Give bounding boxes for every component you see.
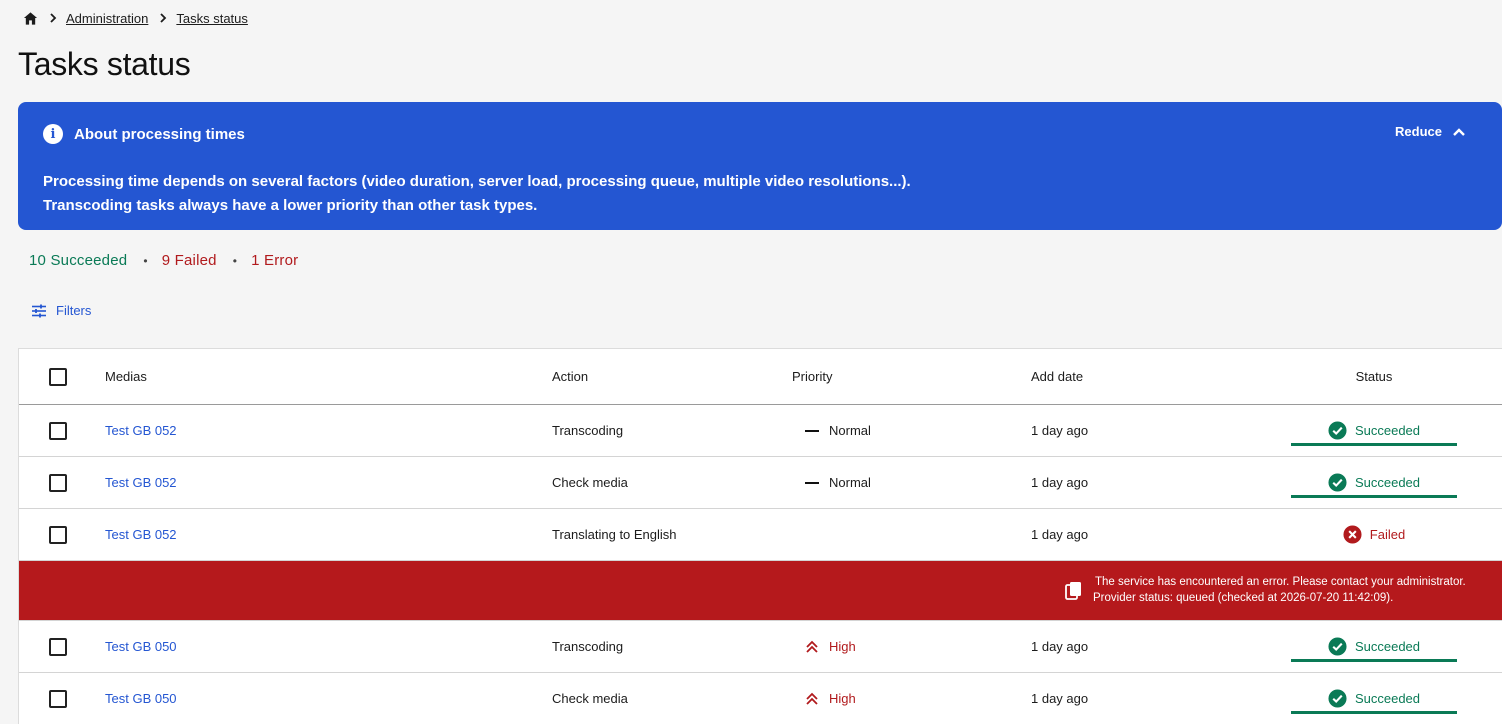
media-link[interactable]: Test GB 050 xyxy=(105,639,177,654)
column-header-status[interactable]: Status xyxy=(1291,349,1457,404)
page-title: Tasks status xyxy=(18,46,191,82)
priority-label: High xyxy=(829,639,856,654)
info-banner: i About processing times Reduce Processi… xyxy=(18,102,1502,230)
priority-normal: Normal xyxy=(805,475,871,490)
info-banner-header: i About processing times xyxy=(43,124,245,144)
action-cell: Transcoding xyxy=(552,639,624,654)
row-checkbox[interactable] xyxy=(49,525,67,544)
status-label: Failed xyxy=(1369,527,1406,542)
x-circle-icon xyxy=(1343,525,1362,544)
error-detail-row: The service has encountered an error. Pl… xyxy=(19,561,1502,621)
dash-icon xyxy=(805,481,819,484)
error-count[interactable]: 1 Error xyxy=(251,252,298,269)
date-cell: 1 day ago xyxy=(1031,423,1089,438)
table-row[interactable]: Test GB 052 Transcoding Normal 1 day ago… xyxy=(19,405,1502,457)
date-cell: 1 day ago xyxy=(1031,691,1089,706)
column-header-medias[interactable]: Medias xyxy=(105,349,147,404)
dash-icon xyxy=(805,429,819,432)
row-checkbox[interactable] xyxy=(49,689,67,708)
double-chevron-up-icon xyxy=(806,692,818,705)
home-icon[interactable] xyxy=(22,10,38,26)
failed-count[interactable]: 9 Failed xyxy=(162,252,217,269)
media-link[interactable]: Test GB 050 xyxy=(105,691,177,706)
row-checkbox[interactable] xyxy=(49,637,67,656)
info-banner-title: About processing times xyxy=(74,125,245,143)
date-cell: 1 day ago xyxy=(1031,527,1089,542)
priority-label: High xyxy=(829,691,856,706)
chevron-right-icon xyxy=(46,11,60,25)
media-link[interactable]: Test GB 052 xyxy=(105,423,177,438)
info-banner-line: Processing time depends on several facto… xyxy=(43,173,911,190)
action-cell: Transcoding xyxy=(552,423,624,438)
check-circle-icon xyxy=(1328,689,1347,708)
priority-high: High xyxy=(805,691,856,706)
media-link[interactable]: Test GB 052 xyxy=(105,475,177,490)
priority-label: Normal xyxy=(829,423,871,438)
row-checkbox[interactable] xyxy=(49,421,67,440)
row-checkbox[interactable] xyxy=(49,473,67,492)
info-icon: i xyxy=(43,124,63,144)
date-cell: 1 day ago xyxy=(1031,475,1089,490)
copy-icon[interactable] xyxy=(1065,581,1083,601)
date-cell: 1 day ago xyxy=(1031,639,1089,654)
priority-label: Normal xyxy=(829,475,871,490)
reduce-label: Reduce xyxy=(1395,124,1442,139)
info-banner-body: Processing time depends on several facto… xyxy=(43,170,911,218)
status-summary: 10 Succeeded • 9 Failed • 1 Error xyxy=(29,252,298,269)
table-row[interactable]: Test GB 052 Check media Normal 1 day ago… xyxy=(19,457,1502,509)
check-circle-icon xyxy=(1328,421,1347,440)
check-circle-icon xyxy=(1328,473,1347,492)
status-badge: Succeeded xyxy=(1291,673,1457,724)
chevron-up-icon xyxy=(1453,127,1465,136)
separator-dot: • xyxy=(232,253,238,268)
table-row[interactable]: Test GB 050 Transcoding High 1 day ago S… xyxy=(19,621,1502,673)
error-message-line: Provider status: queued (checked at 2026… xyxy=(1093,592,1394,604)
breadcrumb-administration[interactable]: Administration xyxy=(66,11,148,26)
status-label: Succeeded xyxy=(1354,475,1421,490)
action-cell: Translating to English xyxy=(552,527,677,542)
error-message: The service has encountered an error. Pl… xyxy=(1093,574,1466,606)
status-label: Succeeded xyxy=(1354,639,1421,654)
double-chevron-up-icon xyxy=(806,640,818,653)
status-badge: Succeeded xyxy=(1291,457,1457,508)
table-row[interactable]: Test GB 052 Translating to English 1 day… xyxy=(19,509,1502,561)
priority-normal: Normal xyxy=(805,423,871,438)
separator-dot: • xyxy=(143,253,148,268)
priority-high: High xyxy=(805,639,856,654)
breadcrumb-tasks-status[interactable]: Tasks status xyxy=(176,11,248,26)
action-cell: Check media xyxy=(552,475,628,490)
filters-icon xyxy=(32,304,46,317)
column-header-action[interactable]: Action xyxy=(552,349,588,404)
breadcrumb: Administration Tasks status xyxy=(22,9,248,27)
reduce-button[interactable]: Reduce xyxy=(1395,124,1466,139)
action-cell: Check media xyxy=(552,691,628,706)
filters-label: Filters xyxy=(56,303,92,318)
check-circle-icon xyxy=(1328,637,1347,656)
error-message-line: The service has encountered an error. Pl… xyxy=(1095,576,1466,588)
chevron-right-icon xyxy=(156,11,170,25)
status-label: Succeeded xyxy=(1354,691,1421,706)
status-badge: Succeeded xyxy=(1291,621,1457,672)
filters-button[interactable]: Filters xyxy=(31,303,91,318)
status-badge[interactable]: Failed xyxy=(1291,509,1457,560)
column-header-add-date[interactable]: Add date xyxy=(1031,349,1083,404)
info-banner-line: Transcoding tasks always have a lower pr… xyxy=(43,197,538,214)
media-link[interactable]: Test GB 052 xyxy=(105,527,177,542)
status-label: Succeeded xyxy=(1354,423,1421,438)
status-badge: Succeeded xyxy=(1291,405,1457,456)
table-row[interactable]: Test GB 050 Check media High 1 day ago S… xyxy=(19,673,1502,724)
column-header-priority[interactable]: Priority xyxy=(792,349,832,404)
tasks-table: Medias Action Priority Add date Status T… xyxy=(18,348,1502,724)
succeeded-count[interactable]: 10 Succeeded xyxy=(29,252,127,269)
table-header: Medias Action Priority Add date Status xyxy=(19,349,1502,405)
select-all-checkbox[interactable] xyxy=(49,367,67,386)
